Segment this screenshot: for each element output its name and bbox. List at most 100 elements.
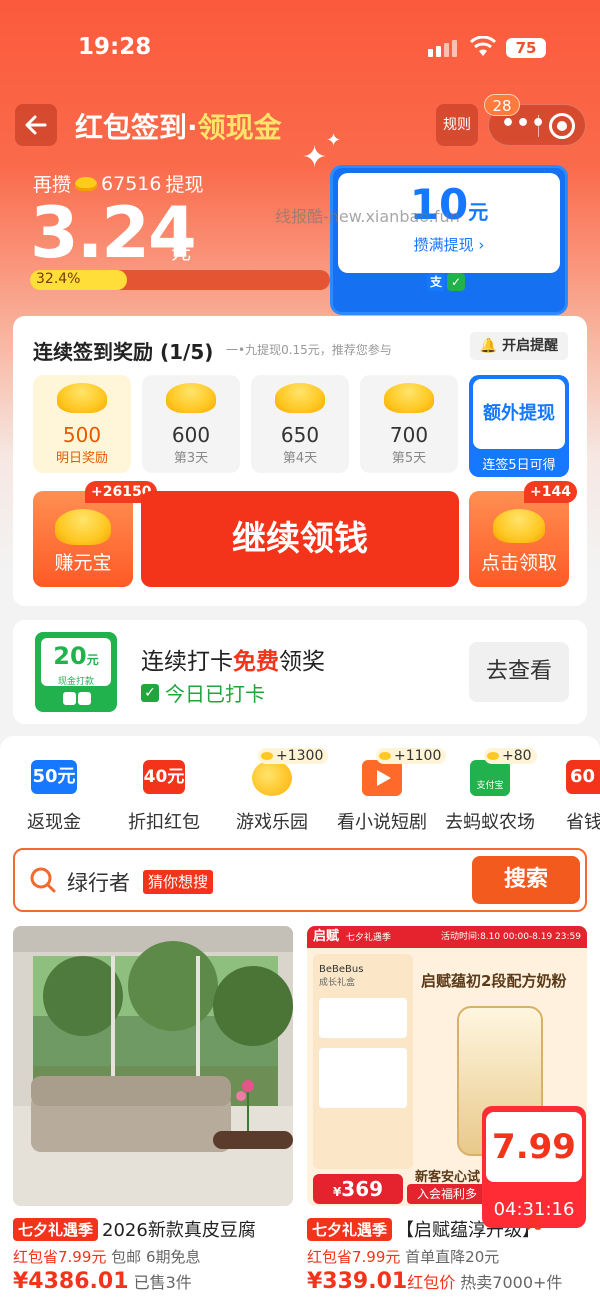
checkbox-checked-icon: ✓ [141, 683, 159, 702]
sparkle-icon: ✦ [326, 130, 342, 151]
product-benefits: 包邮 6期免息 [106, 1248, 201, 1266]
product-price-row: ¥339.01红包价 热卖7000+件 [307, 1269, 587, 1294]
save-money-icon: 60 [566, 760, 600, 796]
punch-done-status: ✓ 今日已打卡 [141, 678, 265, 707]
withdraw-amount-unit: 元 [468, 200, 489, 224]
play-video-icon [359, 760, 405, 796]
back-button[interactable] [15, 104, 57, 146]
alipay-icon [63, 692, 76, 705]
battery-indicator: 75 [506, 38, 546, 58]
banner-brand: 启赋 [313, 929, 340, 944]
search-button[interactable]: 搜索 [472, 856, 580, 904]
red-packet-icon: 40元 [141, 760, 187, 796]
cashback-icon-text: 50元 [31, 760, 77, 794]
floating-price-value: 7.99 [492, 1127, 576, 1167]
product-title-text: 2026新款真皮豆腐 [102, 1220, 256, 1241]
checkin-day[interactable]: 700 第5天 [360, 375, 458, 473]
alipay-icon: 支 [427, 273, 445, 291]
search-bar[interactable]: 绿行者 猜你想搜 搜索 [13, 848, 587, 912]
checkin-day[interactable]: 600 第3天 [142, 375, 240, 473]
title-highlight: 领现金 [197, 111, 282, 144]
save-money-icon-text: 60 [566, 760, 600, 794]
bell-icon: 🔔 [479, 338, 498, 354]
countdown-timer: 04:31:16 [493, 1199, 575, 1220]
earn-label: 赚元宝 [54, 552, 112, 574]
wechat-pay-icon: ✓ [447, 273, 465, 291]
shortcut-discount-redpacket[interactable]: 40元 折扣红包 [124, 760, 204, 834]
signal-icon [428, 40, 457, 57]
continue-collect-button[interactable]: 继续领钱 [141, 491, 459, 587]
qixi-tag: 七夕礼遇季 [13, 1217, 99, 1241]
floating-deal-widget[interactable]: 7.99元 04:31:16 [482, 1106, 586, 1232]
banner-product: 启赋蕴初2段配方奶粉 [421, 972, 567, 990]
checkin-day[interactable]: 500 明日奖励 [33, 375, 131, 473]
banner-price-box: ¥369 [313, 1174, 403, 1204]
product-price-row: ¥4386.01 已售3件 [13, 1269, 293, 1294]
shortcut-label: 返现金 [27, 812, 81, 833]
day-label: 第5天 [391, 451, 427, 466]
balance-amount: 3.24 [30, 192, 197, 274]
withdraw-card[interactable]: 10元 攒满提现 › 支 ✓ [330, 165, 568, 315]
floating-deal-price: 7.99元 [486, 1112, 582, 1232]
day-label: 明日奖励 [55, 451, 108, 466]
wechat-pay-icon [78, 692, 91, 705]
product-sold: 热卖7000+件 [455, 1273, 563, 1292]
view-button[interactable]: 去查看 [469, 642, 569, 702]
banner-header: 启赋 七夕礼遇季 活动时间:8.10 00:00-8.19 23:59 [307, 926, 587, 948]
withdraw-progress-bar: 32.4% [30, 270, 330, 290]
shortcut-cashback[interactable]: 50元 返现金 [18, 760, 90, 834]
gold-ingot-icon [57, 383, 107, 413]
gold-ingot-icon [55, 509, 111, 545]
shortcut-novel-drama[interactable]: +1100 看小说短剧 [332, 748, 447, 834]
product-meta: 红包省7.99元 包邮 6期免息 [13, 1246, 293, 1267]
banner-join: 入会福利多 [407, 1184, 487, 1204]
capsule-divider [538, 115, 539, 137]
wifi-icon [470, 36, 496, 56]
gold-ingot-icon [275, 383, 325, 413]
shortcut-label: 折扣红包 [128, 812, 200, 833]
extra-withdraw-label: 连签5日可得 [482, 458, 556, 473]
shortcut-label: 看小说短剧 [337, 812, 427, 833]
search-input[interactable]: 绿行者 [67, 867, 130, 897]
price-tag: 红包价 [407, 1273, 456, 1292]
sparkle-icon: ✦ [302, 140, 328, 175]
cash-reward-inner: 20元 现金打款 [41, 638, 111, 687]
shortcut-save-money[interactable]: 60 省钱 [566, 760, 600, 834]
payment-icons: 支 ✓ [427, 273, 465, 291]
arrow-left-icon [25, 115, 47, 135]
day-value: 500 [62, 423, 102, 447]
click-claim-button[interactable]: 点击领取 +144 [469, 481, 577, 587]
close-target-icon[interactable] [549, 113, 575, 139]
product-image-sofa [13, 926, 293, 1206]
gold-ingot-icon [166, 383, 216, 413]
withdraw-link[interactable]: 攒满提现 › [338, 234, 560, 255]
watermark: 线报酷-new.xianbao.fun [275, 207, 460, 226]
game-park-icon [249, 760, 295, 796]
extra-withdraw-card[interactable]: 额外提现 连签5日可得 [469, 375, 569, 477]
checkin-subtitle: 一•九提现0.15元，推荐您参与 [226, 343, 392, 357]
product-sold: 已售3件 [128, 1273, 192, 1292]
banner-price: 369 [341, 1177, 384, 1201]
gold-ingot-icon [493, 509, 545, 543]
checkin-day[interactable]: 650 第4天 [251, 375, 349, 473]
extra-withdraw-title: 额外提现 [473, 379, 565, 449]
cash-unit: 元 [86, 653, 99, 667]
rules-button[interactable]: 规则 [436, 104, 478, 146]
punch-title: 连续打卡免费领奖 [141, 642, 325, 676]
qixi-tag: 七夕礼遇季 [307, 1217, 393, 1241]
cash-amount: 20 [53, 642, 87, 670]
banner-time: 活动时间:8.10 00:00-8.19 23:59 [441, 932, 581, 942]
notification-badge: 28 [484, 94, 520, 116]
earn-ingot-button[interactable]: 赚元宝 +26150 [33, 481, 158, 587]
red-packet-icon-text: 40元 [143, 760, 185, 794]
cashback-coupon-icon: 50元 [31, 760, 77, 796]
shortcut-label: 省钱 [566, 812, 600, 833]
day-label: 第3天 [173, 451, 209, 466]
claim-badge: +144 [524, 481, 577, 503]
shortcut-ant-farm[interactable]: 支付宝 +80 去蚂蚁农场 [440, 748, 540, 834]
enable-reminder-button[interactable]: 🔔 开启提醒 [470, 332, 568, 360]
banner-brand2: BeBeBus [319, 964, 364, 975]
product-card[interactable]: 七夕礼遇季 2026新款真皮豆腐 红包省7.99元 包邮 6期免息 ¥4386.… [13, 926, 293, 1294]
page-title: 红包签到·领现金 [75, 106, 282, 146]
shortcut-game-park[interactable]: +1300 游戏乐园 [232, 748, 329, 834]
